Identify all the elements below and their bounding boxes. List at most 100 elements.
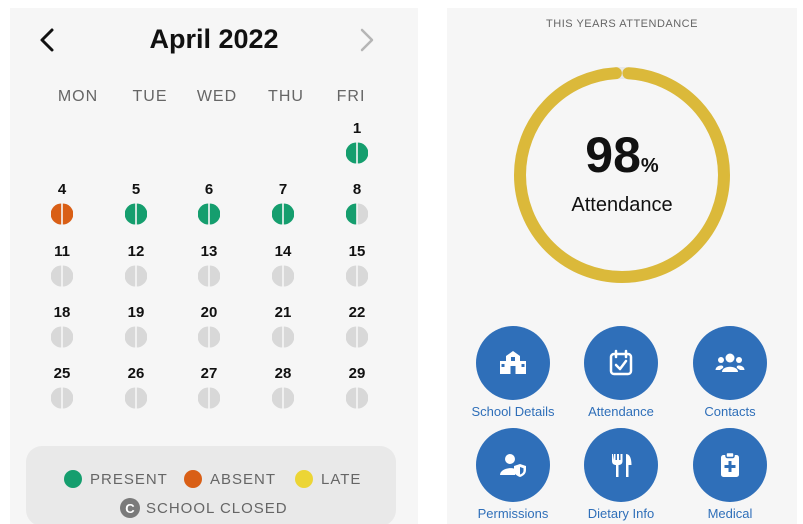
fork-knife-icon <box>584 428 658 502</box>
calendar-day-29[interactable]: 29 <box>332 365 382 415</box>
legend-present: PRESENT <box>64 468 168 490</box>
day-number: 14 <box>274 243 292 260</box>
attendance-status-icon <box>272 203 294 225</box>
attendance-status-icon <box>198 265 220 287</box>
day-number: 19 <box>127 304 145 321</box>
calendar-day-8[interactable]: 8 <box>332 181 382 231</box>
attendance-status-icon <box>51 203 73 225</box>
attendance-value: 98 <box>585 127 641 183</box>
day-number: 26 <box>127 365 145 382</box>
weekday-label: FRI <box>336 88 366 105</box>
attendance-status-icon <box>272 265 294 287</box>
absent-dot-icon <box>184 470 202 488</box>
legend-school-closed: C SCHOOL CLOSED <box>120 497 288 519</box>
day-number: 13 <box>200 243 218 260</box>
day-number: 20 <box>200 304 218 321</box>
calendar-day-26[interactable]: 26 <box>111 365 161 415</box>
attendance-button[interactable]: Attendance <box>565 326 677 422</box>
attendance-status-icon <box>125 326 147 348</box>
people-group-icon <box>693 326 767 400</box>
school-building-icon <box>476 326 550 400</box>
quick-action-label: Medical <box>707 506 753 521</box>
calendar-day-1[interactable]: 1 <box>332 120 382 170</box>
day-number: 28 <box>274 365 292 382</box>
weekday-label: TUE <box>132 88 168 105</box>
attendance-summary: THIS YEARS ATTENDANCE 98% Attendance Sch… <box>447 8 797 524</box>
legend-absent: ABSENT <box>184 468 276 490</box>
day-number: 4 <box>57 181 67 198</box>
attendance-status-icon <box>125 265 147 287</box>
calendar-day-6[interactable]: 6 <box>184 181 234 231</box>
calendar-day-22[interactable]: 22 <box>332 304 382 354</box>
attendance-legend: PRESENT ABSENT LATE C SCHOOL CLOSED <box>26 446 396 524</box>
day-number: 6 <box>204 181 214 198</box>
day-number: 1 <box>352 120 362 137</box>
medical-clipboard-icon <box>693 428 767 502</box>
calendar-day-11[interactable]: 11 <box>37 243 87 293</box>
calendar-day-28[interactable]: 28 <box>258 365 308 415</box>
chevron-right-icon[interactable] <box>346 20 386 60</box>
calendar-day-7[interactable]: 7 <box>258 181 308 231</box>
legend-label: ABSENT <box>210 470 277 488</box>
attendance-status-icon <box>125 387 147 409</box>
calendar-check-icon <box>584 326 658 400</box>
attendance-status-icon <box>198 326 220 348</box>
calendar-day-4[interactable]: 4 <box>37 181 87 231</box>
weekday-label: WED <box>196 88 238 105</box>
attendance-status-icon <box>346 142 368 164</box>
attendance-status-icon <box>346 203 368 225</box>
calendar-day-27[interactable]: 27 <box>184 365 234 415</box>
calendar-day-12[interactable]: 12 <box>111 243 161 293</box>
day-number: 18 <box>53 304 71 321</box>
section-title: THIS YEARS ATTENDANCE <box>546 18 698 30</box>
attendance-ring: 98% Attendance <box>513 66 731 284</box>
attendance-status-icon <box>346 326 368 348</box>
medical-button[interactable]: Medical <box>674 428 786 524</box>
day-number: 12 <box>127 243 145 260</box>
calendar-day-18[interactable]: 18 <box>37 304 87 354</box>
user-shield-icon <box>476 428 550 502</box>
calendar-header: April 2022 <box>10 20 418 60</box>
day-number: 7 <box>278 181 288 198</box>
attendance-status-icon <box>51 326 73 348</box>
permissions-button[interactable]: Permissions <box>457 428 569 524</box>
weekday-label: MON <box>57 88 99 105</box>
calendar-day-20[interactable]: 20 <box>184 304 234 354</box>
calendar-day-25[interactable]: 25 <box>37 365 87 415</box>
attendance-percentage: 98% <box>513 130 731 191</box>
weekday-label: THU <box>268 88 304 105</box>
day-number: 5 <box>131 181 141 198</box>
calendar-day-5[interactable]: 5 <box>111 181 161 231</box>
attendance-status-icon <box>51 387 73 409</box>
attendance-unit: % <box>640 155 659 177</box>
calendar-day-14[interactable]: 14 <box>258 243 308 293</box>
day-number: 11 <box>54 243 70 260</box>
calendar-day-21[interactable]: 21 <box>258 304 308 354</box>
day-number: 27 <box>200 365 218 382</box>
weekday-header: MON TUE WED THU FRI <box>10 88 418 108</box>
day-number: 15 <box>348 243 366 260</box>
legend-late: LATE <box>295 468 361 490</box>
attendance-calendar: April 2022 MON TUE WED THU FRI 1 4 5 6 7 8 11 1… <box>10 8 418 524</box>
attendance-label: Attendance <box>571 194 673 216</box>
attendance-status-icon <box>346 265 368 287</box>
late-dot-icon <box>295 470 313 488</box>
calendar-day-15[interactable]: 15 <box>332 243 382 293</box>
calendar-day-19[interactable]: 19 <box>111 304 161 354</box>
day-number: 8 <box>352 181 362 198</box>
calendar-day-13[interactable]: 13 <box>184 243 234 293</box>
attendance-status-icon <box>272 326 294 348</box>
attendance-status-icon <box>198 203 220 225</box>
day-number: 21 <box>274 304 292 321</box>
attendance-status-icon <box>51 265 73 287</box>
quick-action-label: Contacts <box>704 404 756 419</box>
dietary-info-button[interactable]: Dietary Info <box>565 428 677 524</box>
contacts-button[interactable]: Contacts <box>674 326 786 422</box>
school-details-button[interactable]: School Details <box>457 326 569 422</box>
attendance-status-icon <box>125 203 147 225</box>
attendance-status-icon <box>198 387 220 409</box>
attendance-status-icon <box>346 387 368 409</box>
attendance-status-icon <box>272 387 294 409</box>
day-number: 29 <box>348 365 366 382</box>
day-number: 25 <box>53 365 71 382</box>
